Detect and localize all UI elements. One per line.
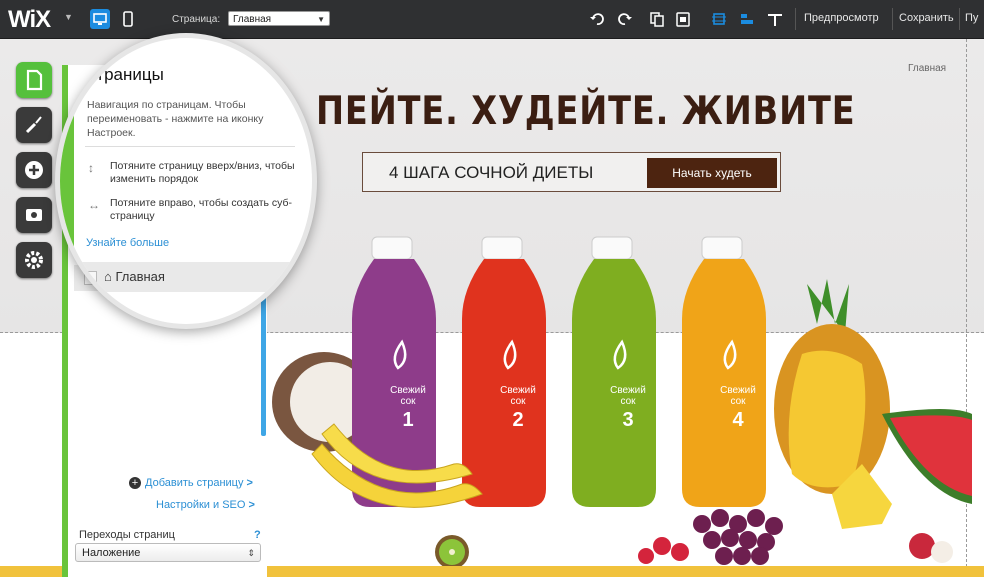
page-selector-label: Страница:	[172, 14, 221, 25]
mobile-view-button[interactable]	[118, 9, 138, 29]
hero-headline[interactable]: ПЕЙТЕ. ХУДЕЙТЕ. ЖИВИТЕ	[316, 89, 856, 134]
logo-menu-chevron-icon[interactable]: ▼	[64, 12, 73, 22]
page-item-label: ⌂ Главная	[104, 269, 165, 284]
panel-description: Навигация по страницам. Чтобы переименов…	[87, 99, 264, 139]
hint-subpage-text: Потяните вправо, чтобы создать суб-стран…	[110, 197, 293, 222]
pages-help-magnifier: Страницы Навигация по страницам. Чтобы п…	[55, 33, 317, 329]
divider	[85, 146, 295, 147]
snap-to-grid-button[interactable]	[710, 10, 728, 28]
mobile-icon	[123, 11, 133, 27]
design-tool-button[interactable]	[16, 107, 52, 143]
toolbar-divider	[795, 8, 796, 30]
media-icon	[26, 209, 42, 221]
transitions-select[interactable]: Наложение ⇕	[75, 543, 261, 562]
learn-more-link[interactable]: Узнайте больше	[86, 237, 169, 249]
bottle-label-line: сок	[510, 396, 526, 407]
start-diet-button[interactable]: Начать худеть	[647, 158, 777, 188]
watermelon-illustration	[882, 409, 972, 504]
add-tool-button[interactable]	[16, 152, 52, 188]
settings-seo-link[interactable]: Настройки и SEO >	[156, 499, 255, 511]
undo-icon	[590, 13, 604, 25]
publish-button[interactable]: Пу	[965, 12, 978, 24]
wix-logo[interactable]: WiX	[8, 6, 51, 34]
bottle-number: 2	[512, 409, 524, 431]
bottle-1-label: Свежий сок 1	[384, 385, 432, 433]
add-page-label: Добавить страницу	[145, 477, 244, 489]
bottle-2	[462, 236, 546, 507]
bottle-4	[682, 236, 766, 507]
move-horizontal-icon: ↔	[88, 198, 100, 212]
grid-snap-icon	[712, 13, 726, 25]
cta-text: 4 ШАГА СОЧНОЙ ДИЕТЫ	[389, 163, 594, 182]
bottle-2-label: Свежий сок 2	[494, 385, 542, 433]
plus-circle-icon	[25, 161, 43, 179]
settings-seo-label: Настройки и SEO	[156, 499, 246, 511]
raspberries-illustration	[638, 537, 689, 564]
bottle-4-label: Свежий сок 4	[714, 385, 762, 433]
page-checkbox[interactable]	[84, 271, 97, 284]
ruler-guides-button[interactable]	[766, 10, 784, 28]
redo-button[interactable]	[616, 10, 634, 28]
desktop-icon	[93, 13, 107, 25]
page-list-item-zoomed[interactable]: ⌂ Главная	[72, 262, 304, 292]
undo-button[interactable]	[588, 10, 606, 28]
site-menu-link[interactable]: Главная	[908, 63, 946, 74]
toolbar-divider	[959, 8, 960, 30]
panel-title: Страницы	[84, 65, 164, 84]
redo-icon	[618, 13, 632, 25]
gear-icon	[25, 251, 43, 269]
transitions-value: Наложение	[82, 547, 141, 559]
brush-icon	[25, 116, 42, 134]
page-selector-dropdown[interactable]: Главная ▼	[228, 11, 330, 26]
pineapple-illustration	[774, 279, 892, 529]
desktop-view-button[interactable]	[90, 9, 110, 29]
ruler-icon	[768, 14, 782, 26]
top-toolbar: WiX ▼ Страница: Главная ▼ Предпросмотр С…	[0, 0, 984, 39]
bottle-3-label: Свежий сок 3	[604, 385, 652, 433]
copy-icon	[650, 12, 664, 27]
bottle-label-line: Свежий	[610, 385, 646, 396]
bottle-label-line: сок	[730, 396, 746, 407]
save-button[interactable]: Сохранить	[899, 12, 954, 24]
chevron-down-icon: ▼	[317, 15, 325, 24]
bottle-label-line: Свежий	[720, 385, 756, 396]
kiwi-illustration	[435, 535, 469, 569]
bottle-label-line: сок	[400, 396, 416, 407]
align-button[interactable]	[738, 10, 756, 28]
preview-button[interactable]: Предпросмотр	[804, 12, 879, 24]
cta-banner[interactable]: 4 ШАГА СОЧНОЙ ДИЕТЫ Начать худеть	[362, 152, 781, 192]
align-icon	[741, 14, 753, 24]
media-tool-button[interactable]	[16, 197, 52, 233]
copy-button[interactable]	[648, 10, 666, 28]
move-vertical-icon: ↕	[88, 161, 94, 175]
chevron-right-icon: >	[248, 499, 255, 511]
paste-icon	[676, 12, 690, 27]
bottle-number: 1	[402, 409, 414, 431]
bottle-number: 3	[622, 409, 634, 431]
bottle-label-line: Свежий	[390, 385, 426, 396]
hint-reorder-text: Потяните страницу вверх/вниз, чтобы изме…	[110, 160, 295, 185]
lychee-illustration	[909, 533, 953, 563]
home-icon: ⌂	[104, 269, 116, 284]
settings-tool-button[interactable]	[16, 242, 52, 278]
bottle-3	[572, 236, 656, 507]
help-icon[interactable]: ?	[254, 529, 261, 541]
transitions-label: Переходы страниц	[79, 529, 175, 541]
page-selector-value: Главная	[233, 14, 272, 25]
bottle-label-line: Свежий	[500, 385, 536, 396]
grapes-illustration	[693, 509, 783, 565]
toolbar-divider	[892, 8, 893, 30]
bottle-label-line: сок	[620, 396, 636, 407]
pages-tool-button[interactable]	[16, 62, 52, 98]
page-item-name: Главная	[115, 269, 165, 284]
select-arrows-icon: ⇕	[247, 548, 255, 558]
chevron-right-icon: >	[246, 477, 253, 489]
paste-button[interactable]	[674, 10, 692, 28]
page-icon	[26, 69, 43, 91]
add-page-button[interactable]: + Добавить страницу >	[129, 477, 253, 489]
bottle-number: 4	[732, 409, 744, 431]
plus-icon: +	[129, 477, 141, 489]
